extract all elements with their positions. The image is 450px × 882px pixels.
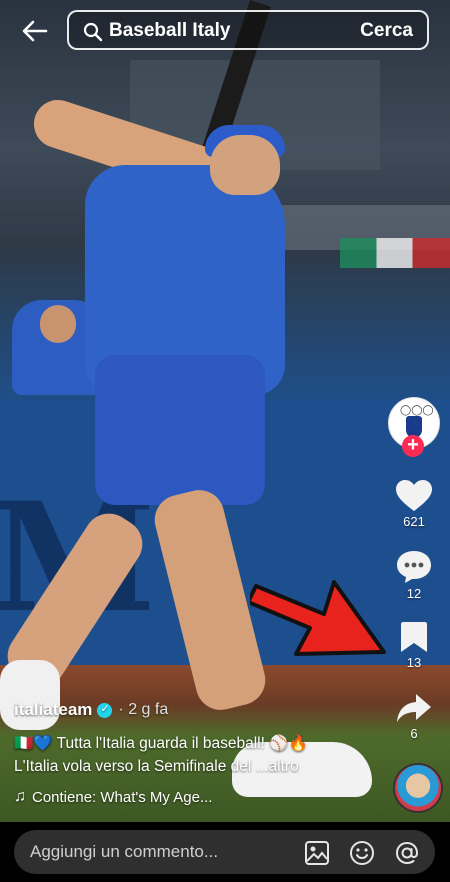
comment-count: 12 <box>406 586 422 601</box>
search-query: Baseball Italy <box>109 20 231 41</box>
image-icon[interactable] <box>304 840 330 866</box>
search-input[interactable]: Baseball Italy Cerca <box>67 10 429 50</box>
music-note-icon: ♫ <box>14 788 26 805</box>
caption-line-2: L'Italia vola verso la Semifinale del ..… <box>14 758 299 775</box>
music-info[interactable]: ♫ Contiene: What's My Age... <box>14 788 374 806</box>
italian-flag-banner <box>340 238 450 268</box>
olympic-rings-icon: ◯◯◯ <box>400 405 434 416</box>
caption-line-1: 🇮🇹💙 Tutta l'Italia guarda il baseball! ⚾… <box>14 735 308 752</box>
heart-icon <box>396 480 432 511</box>
comment-placeholder: Aggiungi un commento... <box>30 842 219 861</box>
search-submit-button[interactable]: Cerca <box>360 20 413 42</box>
follow-button[interactable]: + <box>402 435 424 457</box>
back-button[interactable] <box>20 14 50 48</box>
comment-input[interactable]: Aggiungi un commento... <box>14 830 435 874</box>
share-arrow-icon <box>397 694 431 722</box>
bookmark-count: 13 <box>406 655 422 670</box>
video-frame[interactable]: M <box>0 0 450 822</box>
like-button[interactable]: 621 <box>388 480 440 529</box>
caption-text[interactable]: 🇮🇹💙 Tutta l'Italia guarda il baseball! ⚾… <box>14 732 374 778</box>
coach-head <box>40 305 76 343</box>
comment-bar: Aggiungi un commento... <box>0 822 450 882</box>
back-arrow-icon <box>22 20 48 42</box>
share-count: 6 <box>410 726 418 741</box>
bookmark-button[interactable]: 13 <box>388 621 440 670</box>
annotation-arrow-icon <box>250 580 386 656</box>
music-title: Contiene: What's My Age... <box>32 788 213 806</box>
creator-avatar[interactable]: ◯◯◯ + <box>388 397 440 457</box>
top-bar: Baseball Italy Cerca <box>0 0 450 64</box>
player-head <box>210 135 280 195</box>
verified-badge-icon <box>97 702 113 718</box>
author-row: italiateam · 2 g fa <box>14 700 374 720</box>
plus-icon: + <box>407 434 419 456</box>
bookmark-icon <box>401 622 427 652</box>
like-count: 621 <box>403 514 425 529</box>
post-date: · 2 g fa <box>118 701 169 718</box>
player-shorts <box>95 355 265 505</box>
post-caption: italiateam · 2 g fa 🇮🇹💙 Tutta l'Italia g… <box>14 700 374 806</box>
at-icon[interactable] <box>394 840 420 866</box>
search-icon <box>83 22 103 42</box>
share-button[interactable]: 6 <box>388 692 440 741</box>
comment-bubble-icon <box>397 551 431 583</box>
author-name[interactable]: italiateam <box>14 700 92 720</box>
emoji-icon[interactable] <box>349 840 375 866</box>
comment-button[interactable]: 12 <box>388 550 440 601</box>
music-disc-avatar[interactable] <box>393 763 443 813</box>
